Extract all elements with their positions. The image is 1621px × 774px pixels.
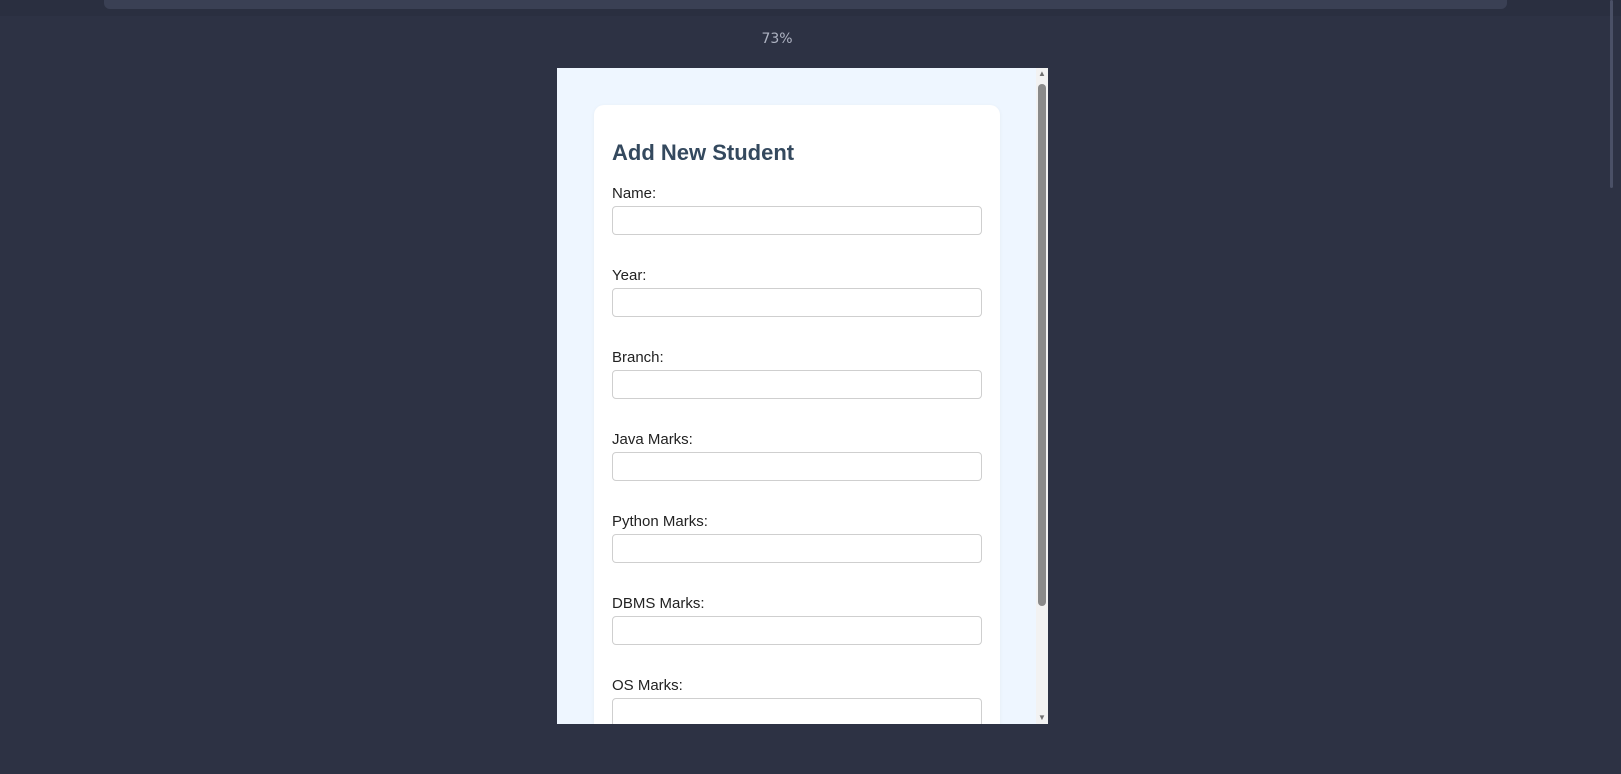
- python-marks-label: Python Marks:: [612, 513, 708, 530]
- page-viewport: Add New Student Name: Year: Branch: Java…: [557, 68, 1048, 724]
- java-marks-label: Java Marks:: [612, 431, 693, 448]
- scroll-up-arrow-icon[interactable]: ▲: [1036, 68, 1048, 80]
- branch-label: Branch:: [612, 349, 664, 366]
- branch-input[interactable]: [612, 370, 982, 399]
- dbms-marks-input[interactable]: [612, 616, 982, 645]
- dbms-marks-label: DBMS Marks:: [612, 595, 705, 612]
- outer-scrollbar[interactable]: [1610, 0, 1613, 188]
- add-student-card: Add New Student Name: Year: Branch: Java…: [594, 105, 1000, 724]
- java-marks-input[interactable]: [612, 452, 982, 481]
- scrollbar-thumb[interactable]: [1038, 84, 1046, 606]
- name-label: Name:: [612, 185, 657, 202]
- os-marks-label: OS Marks:: [612, 677, 683, 694]
- python-marks-input[interactable]: [612, 534, 982, 563]
- year-input[interactable]: [612, 288, 982, 317]
- name-input[interactable]: [612, 206, 982, 235]
- address-bar[interactable]: [104, 0, 1507, 9]
- scroll-down-arrow-icon[interactable]: ▼: [1036, 712, 1048, 724]
- form-title: Add New Student: [612, 140, 795, 165]
- page-scrollbar[interactable]: ▲ ▼: [1036, 68, 1048, 724]
- year-label: Year:: [612, 267, 647, 284]
- os-marks-input[interactable]: [612, 698, 982, 724]
- browser-toolbar: [0, 0, 1621, 16]
- zoom-level-label: 73%: [761, 31, 793, 47]
